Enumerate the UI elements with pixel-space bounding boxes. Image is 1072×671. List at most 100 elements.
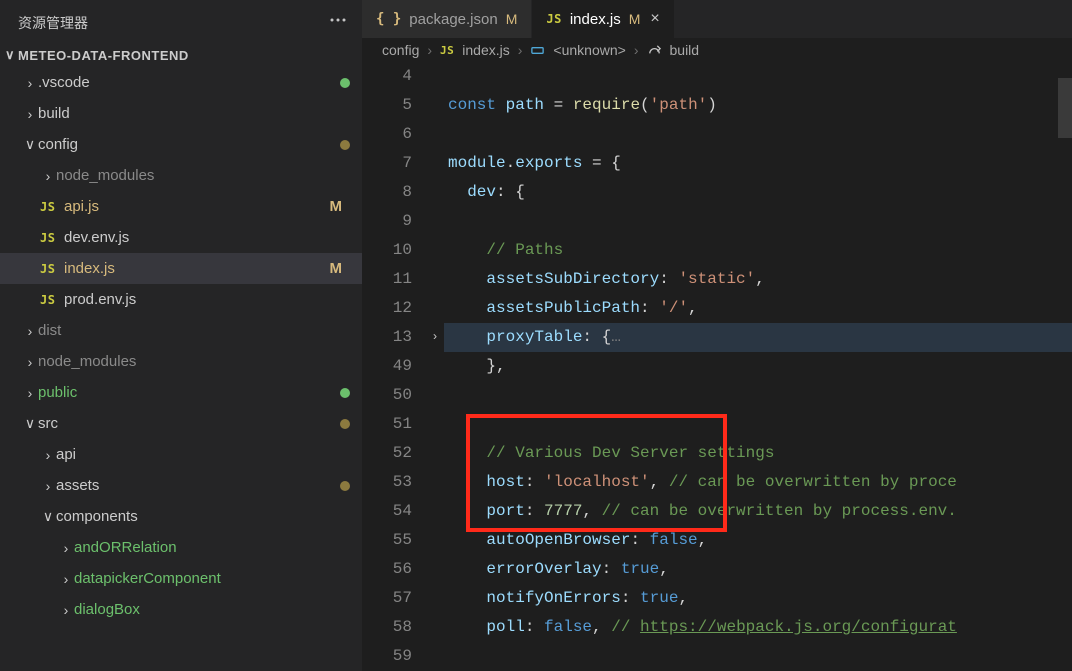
fold-marker[interactable] bbox=[426, 439, 444, 468]
close-tab-icon[interactable]: × bbox=[650, 10, 659, 28]
js-file-icon: JS bbox=[40, 262, 58, 276]
chevron-icon: › bbox=[58, 602, 74, 618]
code-line[interactable]: const path = require('path') bbox=[444, 91, 1072, 120]
chevron-icon: › bbox=[58, 571, 74, 587]
fold-marker[interactable] bbox=[426, 381, 444, 410]
line-number-gutter: 456789101112134950515253545556575859 bbox=[362, 62, 426, 671]
editor-tab[interactable]: JSindex.jsM× bbox=[532, 0, 674, 38]
line-number: 59 bbox=[362, 642, 412, 671]
code-line[interactable]: // Various Dev Server settings bbox=[444, 439, 1072, 468]
fold-marker[interactable] bbox=[426, 497, 444, 526]
tree-folder[interactable]: ›assets bbox=[0, 470, 362, 501]
code-line[interactable]: errorOverlay: true, bbox=[444, 555, 1072, 584]
breadcrumb-item[interactable]: <unknown> bbox=[553, 42, 625, 58]
fold-marker[interactable]: › bbox=[426, 323, 444, 352]
more-actions-icon[interactable] bbox=[328, 10, 348, 35]
tree-folder[interactable]: ›api bbox=[0, 439, 362, 470]
chevron-icon: ∨ bbox=[22, 136, 38, 153]
tree-folder[interactable]: ∨src bbox=[0, 408, 362, 439]
code-line[interactable]: module.exports = { bbox=[444, 149, 1072, 178]
tree-file[interactable]: JSapi.jsM bbox=[0, 191, 362, 222]
code-line[interactable] bbox=[444, 120, 1072, 149]
js-file-icon: JS bbox=[440, 44, 454, 57]
git-status-dot bbox=[340, 78, 350, 88]
fold-marker[interactable] bbox=[426, 91, 444, 120]
code-line[interactable] bbox=[444, 381, 1072, 410]
code-line[interactable]: // Paths bbox=[444, 236, 1072, 265]
line-number: 8 bbox=[362, 178, 412, 207]
code-line[interactable]: proxyTable: {… bbox=[444, 323, 1072, 352]
fold-marker[interactable] bbox=[426, 642, 444, 671]
fold-marker[interactable] bbox=[426, 120, 444, 149]
tree-folder[interactable]: ›node_modules bbox=[0, 346, 362, 377]
fold-marker[interactable] bbox=[426, 468, 444, 497]
code-line[interactable] bbox=[444, 207, 1072, 236]
fold-marker[interactable] bbox=[426, 62, 444, 91]
tree-folder[interactable]: ›node_modules bbox=[0, 160, 362, 191]
tab-label: package.json bbox=[409, 11, 497, 28]
git-modified-status: M bbox=[506, 11, 518, 27]
code-line[interactable]: port: 7777, // can be overwritten by pro… bbox=[444, 497, 1072, 526]
code-line[interactable]: poll: false, // https://webpack.js.org/c… bbox=[444, 613, 1072, 642]
code-editor[interactable]: 456789101112134950515253545556575859 › c… bbox=[362, 62, 1072, 671]
fold-marker[interactable] bbox=[426, 178, 444, 207]
fold-marker[interactable] bbox=[426, 236, 444, 265]
tree-folder[interactable]: ›build bbox=[0, 98, 362, 129]
chevron-icon: ∨ bbox=[40, 508, 56, 525]
fold-marker[interactable] bbox=[426, 265, 444, 294]
fold-marker[interactable] bbox=[426, 613, 444, 642]
breadcrumb-item[interactable]: build bbox=[670, 42, 700, 58]
code-line[interactable]: assetsSubDirectory: 'static', bbox=[444, 265, 1072, 294]
code-line[interactable]: }, bbox=[444, 352, 1072, 381]
fold-marker[interactable] bbox=[426, 352, 444, 381]
tree-item-label: prod.env.js bbox=[64, 291, 350, 308]
tree-folder[interactable]: ›datapickerComponent bbox=[0, 563, 362, 594]
tree-folder[interactable]: ∨components bbox=[0, 501, 362, 532]
code-line[interactable] bbox=[444, 642, 1072, 671]
chevron-icon: ∨ bbox=[22, 415, 38, 432]
line-number: 5 bbox=[362, 91, 412, 120]
tree-file[interactable]: JSprod.env.js bbox=[0, 284, 362, 315]
code-line[interactable] bbox=[444, 62, 1072, 91]
breadcrumb-item[interactable]: config bbox=[382, 42, 419, 58]
folder-root-header[interactable]: ∨ METEO-DATA-FRONTEND bbox=[0, 43, 362, 67]
tree-folder[interactable]: ›dist bbox=[0, 315, 362, 346]
code-line[interactable]: assetsPublicPath: '/', bbox=[444, 294, 1072, 323]
tree-item-label: andORRelation bbox=[74, 539, 350, 556]
line-number: 50 bbox=[362, 381, 412, 410]
fold-marker[interactable] bbox=[426, 207, 444, 236]
root-folder-name: METEO-DATA-FRONTEND bbox=[18, 48, 189, 63]
code-line[interactable]: notifyOnErrors: true, bbox=[444, 584, 1072, 613]
js-file-icon: JS bbox=[546, 12, 561, 26]
chevron-icon: › bbox=[22, 75, 38, 91]
breadcrumb[interactable]: config › JS index.js › <unknown> › build bbox=[362, 38, 1072, 62]
git-status-dot bbox=[340, 481, 350, 491]
tree-file[interactable]: JSindex.jsM bbox=[0, 253, 362, 284]
fold-marker[interactable] bbox=[426, 555, 444, 584]
fold-marker[interactable] bbox=[426, 410, 444, 439]
code-line[interactable]: host: 'localhost', // can be overwritten… bbox=[444, 468, 1072, 497]
tree-folder[interactable]: ›.vscode bbox=[0, 67, 362, 98]
code-line[interactable]: dev: { bbox=[444, 178, 1072, 207]
editor-tab[interactable]: { }package.jsonM bbox=[362, 0, 532, 38]
code-content[interactable]: const path = require('path') module.expor… bbox=[444, 62, 1072, 671]
tree-file[interactable]: JSdev.env.js bbox=[0, 222, 362, 253]
fold-marker[interactable] bbox=[426, 526, 444, 555]
tree-folder[interactable]: ∨config bbox=[0, 129, 362, 160]
vertical-scrollbar[interactable] bbox=[1058, 78, 1072, 138]
fold-marker[interactable] bbox=[426, 294, 444, 323]
breadcrumb-item[interactable]: index.js bbox=[462, 42, 509, 58]
tree-folder[interactable]: ›dialogBox bbox=[0, 594, 362, 625]
tree-item-label: build bbox=[38, 105, 350, 122]
fold-marker[interactable] bbox=[426, 149, 444, 178]
fold-gutter[interactable]: › bbox=[426, 62, 444, 671]
code-line[interactable]: autoOpenBrowser: false, bbox=[444, 526, 1072, 555]
line-number: 13 bbox=[362, 323, 412, 352]
tree-item-label: public bbox=[38, 384, 340, 401]
tree-folder[interactable]: ›andORRelation bbox=[0, 532, 362, 563]
fold-marker[interactable] bbox=[426, 584, 444, 613]
chevron-icon: › bbox=[22, 323, 38, 339]
code-line[interactable] bbox=[444, 410, 1072, 439]
tree-folder[interactable]: ›public bbox=[0, 377, 362, 408]
git-status-dot bbox=[340, 140, 350, 150]
